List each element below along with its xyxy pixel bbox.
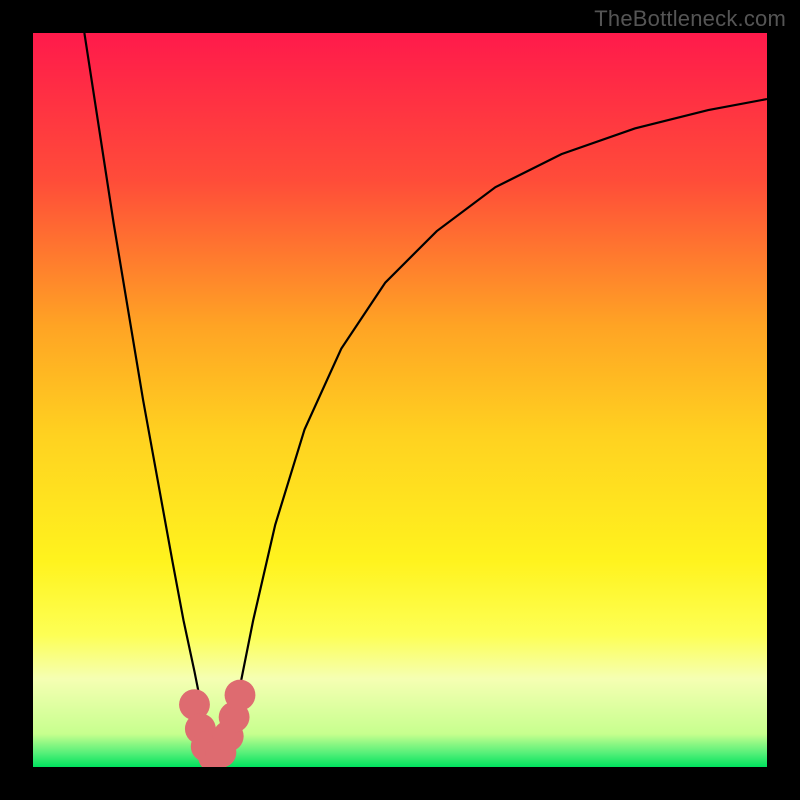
chart-svg [33,33,767,767]
credit-watermark: TheBottleneck.com [594,6,786,32]
plot-area [33,33,767,767]
trough-marker [225,680,256,711]
chart-frame: TheBottleneck.com [0,0,800,800]
